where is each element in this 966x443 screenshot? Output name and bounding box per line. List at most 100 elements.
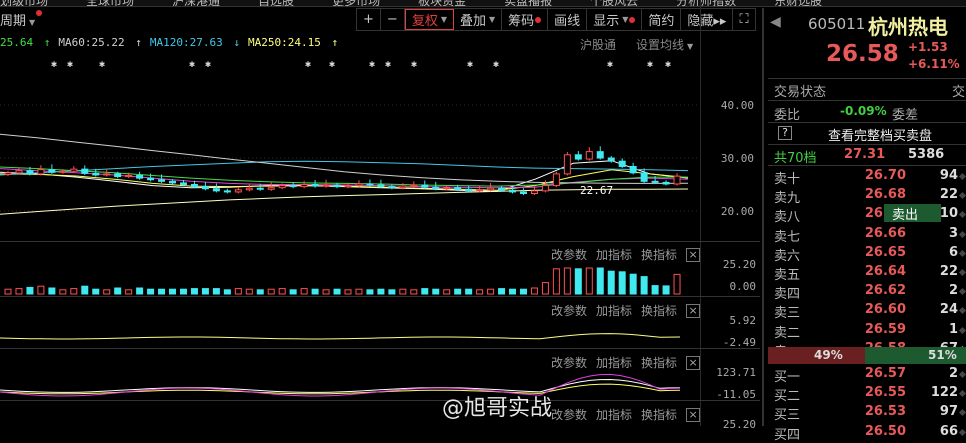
orderbook-row[interactable]: 卖三 26.60 24 [768,302,966,321]
add-indicator-button[interactable]: 加指标 [596,354,632,371]
level-label: 卖十 [774,172,801,187]
edit-params-button[interactable]: 改参数 [551,302,587,319]
candle [541,185,549,192]
switch-indicator-button[interactable]: 换指标 [641,354,677,371]
level-label: 买一 [774,370,801,385]
switch-indicator-button[interactable]: 换指标 [641,302,677,319]
close-icon[interactable]: × [686,303,701,318]
volume-bar [662,285,670,295]
volume-bar [377,288,385,295]
volume-bar [509,288,517,295]
candle [81,168,89,174]
level-label: 买四 [774,427,801,443]
orderbook-row[interactable]: 卖六 26.65 6 [768,245,966,264]
level-volume: 94 [939,168,958,183]
volume-bar [158,288,166,295]
event-marker: ✱ [607,59,613,70]
candle [201,186,209,190]
orderbook-row[interactable]: 卖十 26.70 94 [768,168,966,187]
switch-indicator-button[interactable]: 换指标 [641,246,677,263]
close-icon[interactable]: × [686,407,701,422]
edit-params-button[interactable]: 改参数 [551,406,587,423]
sell-tooltip[interactable]: 卖出 [884,204,941,223]
orderbook-row[interactable]: 买四 26.50 66 [768,424,966,443]
orderbook-row[interactable]: 卖五 26.64 22 [768,264,966,283]
add-indicator-button[interactable]: 加指标 [596,302,632,319]
level-label: 卖七 [774,229,801,245]
orderbook-row[interactable]: 买二 26.55 122 [768,385,966,404]
buy-ratio: 49% [814,348,843,362]
volume-bar [552,268,560,295]
orderbook-row[interactable]: 卖四 26.62 2 [768,283,966,302]
candle [234,189,242,193]
indicator-axis-label: 123.71 [716,366,756,379]
volume-bar [333,288,341,295]
volume-bar [81,285,89,295]
event-marker: ✱ [369,59,375,70]
close-icon[interactable]: × [686,355,701,370]
add-indicator-button[interactable]: 加指标 [596,246,632,263]
weicha-label: 委差 [892,108,919,123]
volume-bar [179,288,187,295]
diamond-icon [958,172,966,181]
diamond-icon [958,326,966,334]
weibi-value: -0.09% [840,104,887,118]
volume-bar [629,273,637,295]
volume-bar [487,288,495,295]
candle [92,172,100,176]
candle [103,173,111,176]
volume-bar [278,288,286,295]
candle [585,151,593,160]
event-marker: ✱ [493,59,499,70]
macd-line [0,333,681,340]
candle [26,170,34,175]
top-nav-item[interactable]: 东财选股 [774,0,822,6]
volume-bar [300,288,308,295]
volume-bar [574,268,582,295]
edit-params-button[interactable]: 改参数 [551,246,587,263]
candle [169,180,177,184]
volume-bar [432,288,440,295]
candle [322,184,330,187]
candle [48,169,56,173]
candle [179,182,187,186]
candle [563,154,571,175]
candle [618,160,626,167]
orderbook-row[interactable]: 卖七 26.66 3 [768,226,966,245]
volume-bar [519,288,527,295]
volume-bar [70,288,78,295]
level-label: 买三 [774,408,801,424]
volume-bar [530,287,538,295]
add-indicator-button[interactable]: 加指标 [596,406,632,423]
candle [15,170,23,174]
help-icon[interactable]: ? [778,126,792,140]
candle [125,174,133,178]
orderbook-row[interactable]: 卖二 26.59 1 [768,322,966,341]
event-marker: ✱ [189,59,195,70]
volume-bar [48,287,56,295]
level-price: 26.57 [864,366,906,381]
volume-bar [223,289,231,295]
switch-indicator-button[interactable]: 换指标 [641,406,677,423]
level-volume: 2 [948,283,958,299]
back-arrow-icon[interactable]: ◀ [770,14,781,30]
full-orderbook-link[interactable]: 查看完整档买卖盘 [828,125,932,144]
level-label: 卖三 [774,306,801,322]
volume-bar [322,289,330,295]
indicator-axis-label: 25.20 [722,258,756,271]
orderbook-row[interactable]: 买三 26.53 97 [768,404,966,423]
level-volume: 22 [939,187,958,203]
close-icon[interactable]: × [686,247,701,262]
volume-bar [26,286,34,295]
orderbook-row[interactable]: 买一 26.57 2 [768,366,966,385]
diamond-icon [958,370,966,379]
level-price: 26.59 [864,321,906,337]
diamond-icon [958,268,966,277]
edit-params-button[interactable]: 改参数 [551,354,587,371]
level-label: 卖五 [774,268,801,283]
volume-bar [147,288,155,295]
panel-divider[interactable] [762,8,764,426]
volume-bar [673,273,681,295]
candle [158,179,166,182]
volume-bar [37,285,45,295]
